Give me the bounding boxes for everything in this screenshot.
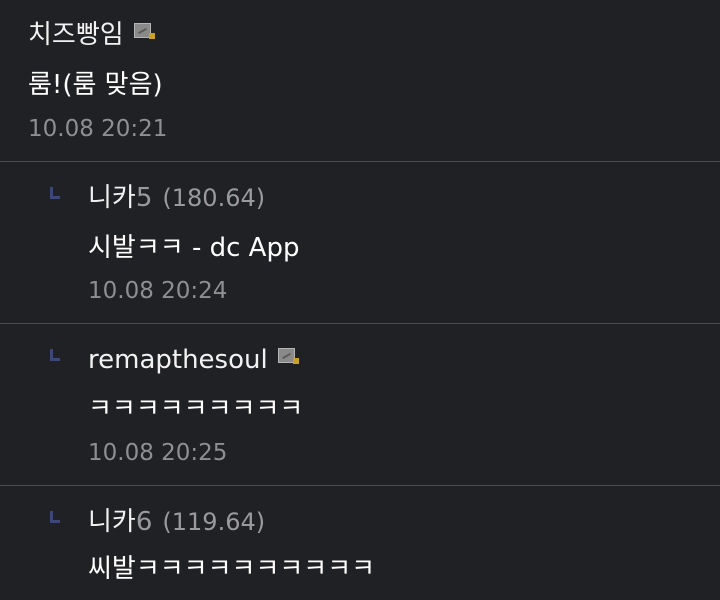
comment-item: 치즈빵임 룸!(룸 맞음) 10.08 20:21 [0,0,720,161]
comment-timestamp: 10.08 20:21 [28,116,168,142]
reply-arrow-icon [50,187,60,199]
reply-item: 니카6 (119.64) 씨발ㅋㅋㅋㅋㅋㅋㅋㅋㅋㅋ [0,486,720,600]
reply-item: 니카5 (180.64) 시발ㅋㅋ - dc App 10.08 20:24 [0,162,720,323]
comment-author-suffix: 5 [135,183,153,213]
reply-arrow-icon [50,349,60,361]
comment-author-ip: (119.64) [162,508,266,536]
comment-author-name[interactable]: remapthesoul [88,345,268,375]
comment-text: ㅋㅋㅋㅋㅋㅋㅋㅋㅋ [88,394,304,424]
comment-timestamp: 10.08 20:24 [88,278,228,304]
comment-author-ip: (180.64) [162,184,266,212]
comment-text: 시발ㅋㅋ - dc App [88,233,300,263]
comment-author[interactable]: 치즈빵임 [28,20,156,50]
comment-author[interactable]: 니카5 (180.64) [88,183,265,213]
reply-arrow-icon [50,511,60,523]
comment-author[interactable]: 니카6 (119.64) [88,507,265,537]
comment-author[interactable]: remapthesoul [88,345,300,375]
comment-author-suffix: 6 [135,507,153,537]
comment-text: 룸!(룸 맞음) [28,70,163,100]
comment-author-name[interactable]: 니카 [88,507,136,537]
comment-author-name[interactable]: 니카 [88,183,136,213]
comment-author-name[interactable]: 치즈빵임 [28,20,124,50]
comment-text: 씨발ㅋㅋㅋㅋㅋㅋㅋㅋㅋㅋ [88,554,376,584]
comment-timestamp: 10.08 20:25 [88,440,228,466]
gallog-icon[interactable] [133,23,156,41]
gallog-icon[interactable] [277,348,300,366]
reply-item: remapthesoul ㅋㅋㅋㅋㅋㅋㅋㅋㅋ 10.08 20:25 [0,324,720,485]
